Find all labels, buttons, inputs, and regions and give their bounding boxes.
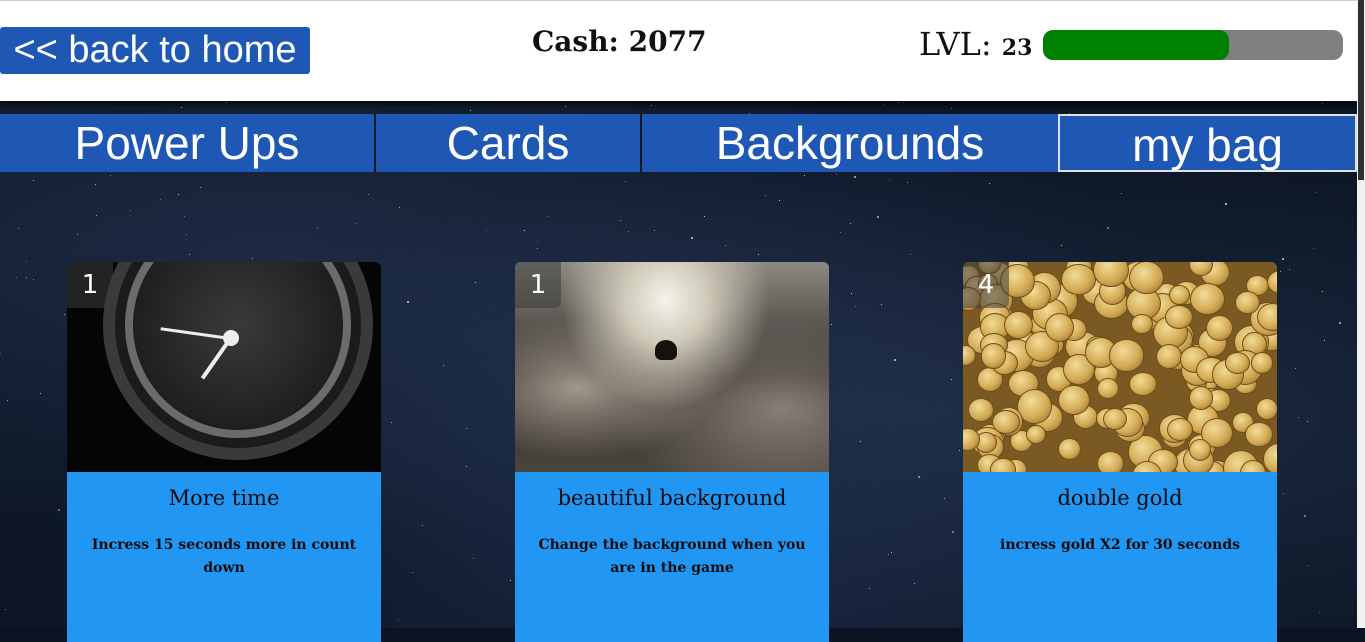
item-count-badge: 1 [67, 262, 113, 308]
scrollbar-thumb[interactable] [1358, 0, 1364, 180]
item-card-more-time[interactable]: 1 More time Incress 15 seconds more in c… [67, 262, 381, 642]
item-description: incress gold X2 for 30 seconds [1000, 537, 1240, 553]
tab-my-bag[interactable]: my bag [1058, 114, 1357, 172]
tab-cards[interactable]: Cards [376, 114, 642, 172]
tab-backgrounds[interactable]: Backgrounds [642, 114, 1060, 172]
item-card-beautiful-background[interactable]: 1 beautiful background Change the backgr… [515, 262, 829, 642]
silhouette-figure [655, 340, 677, 360]
item-description: Incress 15 seconds more in count down [91, 537, 357, 576]
top-header: << back to home Cash: 2077 LVL: 23 [0, 0, 1357, 101]
item-title: More time [168, 486, 280, 510]
level-value: 23 [1001, 35, 1033, 61]
scrollbar[interactable] [1357, 0, 1365, 628]
shop-tabs: Power Ups Cards Backgrounds my bag [0, 114, 1357, 172]
item-count-badge: 1 [515, 262, 561, 308]
xp-progress-fill [1043, 30, 1229, 60]
xp-progress-bar [1043, 30, 1343, 60]
tab-power-ups[interactable]: Power Ups [0, 114, 376, 172]
level-display: LVL: 23 [919, 25, 1032, 63]
cash-display: Cash: 2077 [532, 25, 707, 58]
clock-image: 1 [67, 262, 381, 472]
item-count-badge: 4 [963, 262, 1009, 308]
gold-coins-image: 4 [963, 262, 1277, 472]
cloudy-sky-image: 1 [515, 262, 829, 472]
back-to-home-button[interactable]: << back to home [0, 27, 310, 74]
level-label: LVL: [919, 25, 992, 63]
clock-center [223, 330, 239, 346]
item-title: double gold [1057, 486, 1183, 510]
item-title: beautiful background [557, 486, 787, 510]
item-card-double-gold[interactable]: 4 double gold incress gold X2 for 30 sec… [963, 262, 1277, 642]
item-description: Change the background when you are in th… [538, 537, 806, 576]
